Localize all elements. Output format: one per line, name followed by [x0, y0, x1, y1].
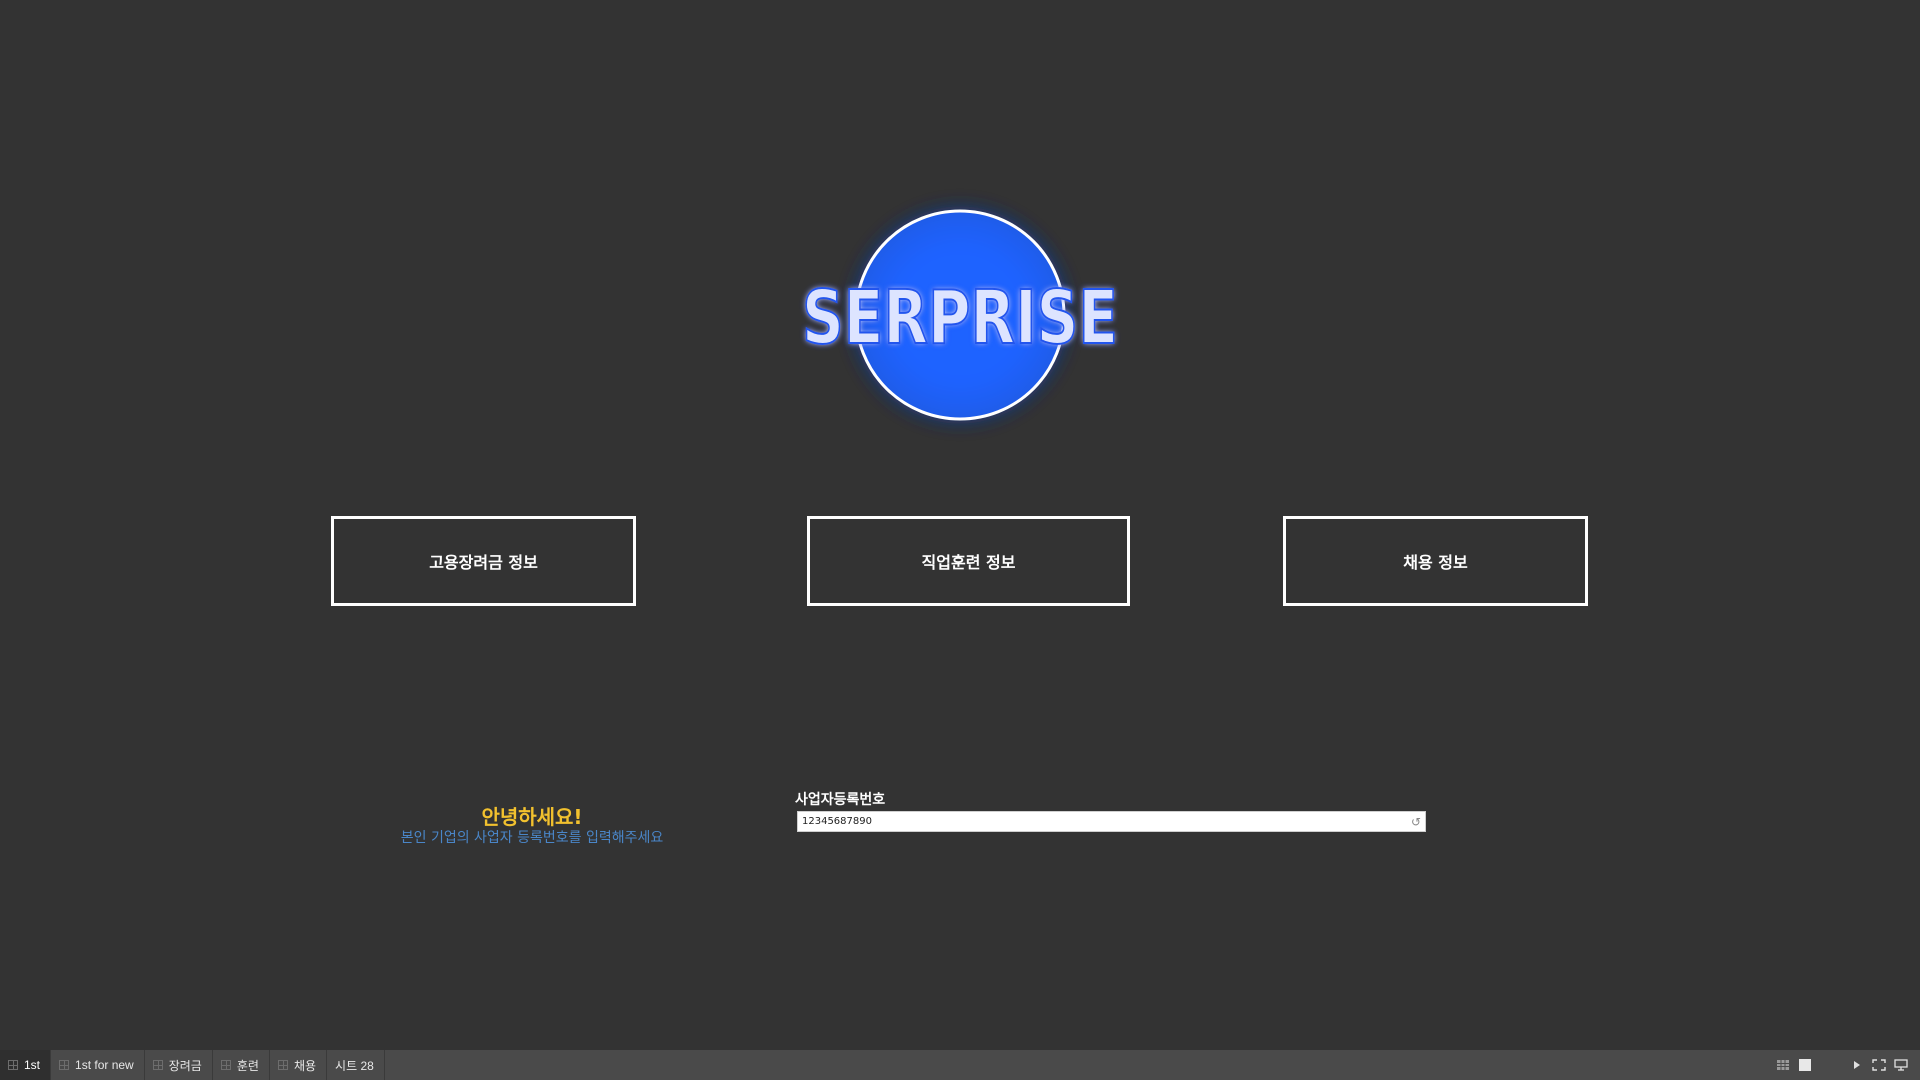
bizno-label: 사업자등록번호	[795, 792, 886, 808]
sheet-icon	[220, 1060, 231, 1070]
subsidy-info-label: 고용장려금 정보	[429, 553, 538, 572]
sheet-icon	[8, 1060, 18, 1070]
dashboard-canvas: SERPRISE 고용장려금 정보 직업훈련 정보 채용 정보 안녕하세요! 본…	[0, 0, 1920, 1080]
tab-label: 장려금	[168, 1058, 202, 1073]
sheet-icon	[59, 1060, 70, 1070]
tab-1st-for-new[interactable]: 1st for new	[51, 1050, 145, 1080]
greeting-title: 안녕하세요!	[481, 805, 583, 829]
tab-label: 훈련	[236, 1058, 259, 1073]
logo-text: SERPRISE	[802, 275, 1118, 361]
subsidy-info-button[interactable]: 고용장려금 정보	[331, 516, 636, 606]
reset-icon[interactable]: ↺	[1407, 813, 1425, 831]
bizno-field: ↺	[797, 811, 1426, 832]
tab-label: 시트 28	[335, 1058, 374, 1073]
sheet-icon	[277, 1060, 288, 1070]
sheet-icon	[152, 1060, 163, 1070]
tab-label: 채용	[293, 1058, 317, 1073]
recruit-info-label: 채용 정보	[1403, 553, 1468, 572]
play-icon[interactable]	[1848, 1056, 1866, 1074]
tab-sheet-28[interactable]: 시트 28	[327, 1050, 385, 1080]
presentation-icon[interactable]	[1892, 1056, 1910, 1074]
training-info-button[interactable]: 직업훈련 정보	[807, 516, 1130, 606]
training-info-label: 직업훈련 정보	[921, 553, 1016, 572]
page-view-icon[interactable]	[1796, 1056, 1814, 1074]
tab-subsidy[interactable]: 장려금	[145, 1050, 213, 1080]
tab-label: 1st for new	[75, 1058, 134, 1072]
greeting-subtitle: 본인 기업의 사업자 등록번호를 입력해주세요	[400, 830, 664, 846]
greeting-block: 안녕하세요! 본인 기업의 사업자 등록번호를 입력해주세요	[352, 805, 712, 847]
serprise-logo: SERPRISE	[801, 195, 1119, 435]
tab-label: 1st	[24, 1058, 41, 1072]
view-controls	[1770, 1050, 1920, 1080]
bizno-input[interactable]	[798, 812, 1407, 831]
tab-recruit[interactable]: 채용	[270, 1050, 328, 1080]
recruit-info-button[interactable]: 채용 정보	[1283, 516, 1588, 606]
tab-training[interactable]: 훈련	[213, 1050, 270, 1080]
tab-1st[interactable]: 1st	[0, 1050, 52, 1080]
fullscreen-icon[interactable]	[1870, 1056, 1888, 1074]
grid-view-icon[interactable]	[1774, 1056, 1792, 1074]
sheet-tab-bar: 1st 1st for new 장려금 훈련 채용 시트 28	[0, 1050, 1920, 1080]
